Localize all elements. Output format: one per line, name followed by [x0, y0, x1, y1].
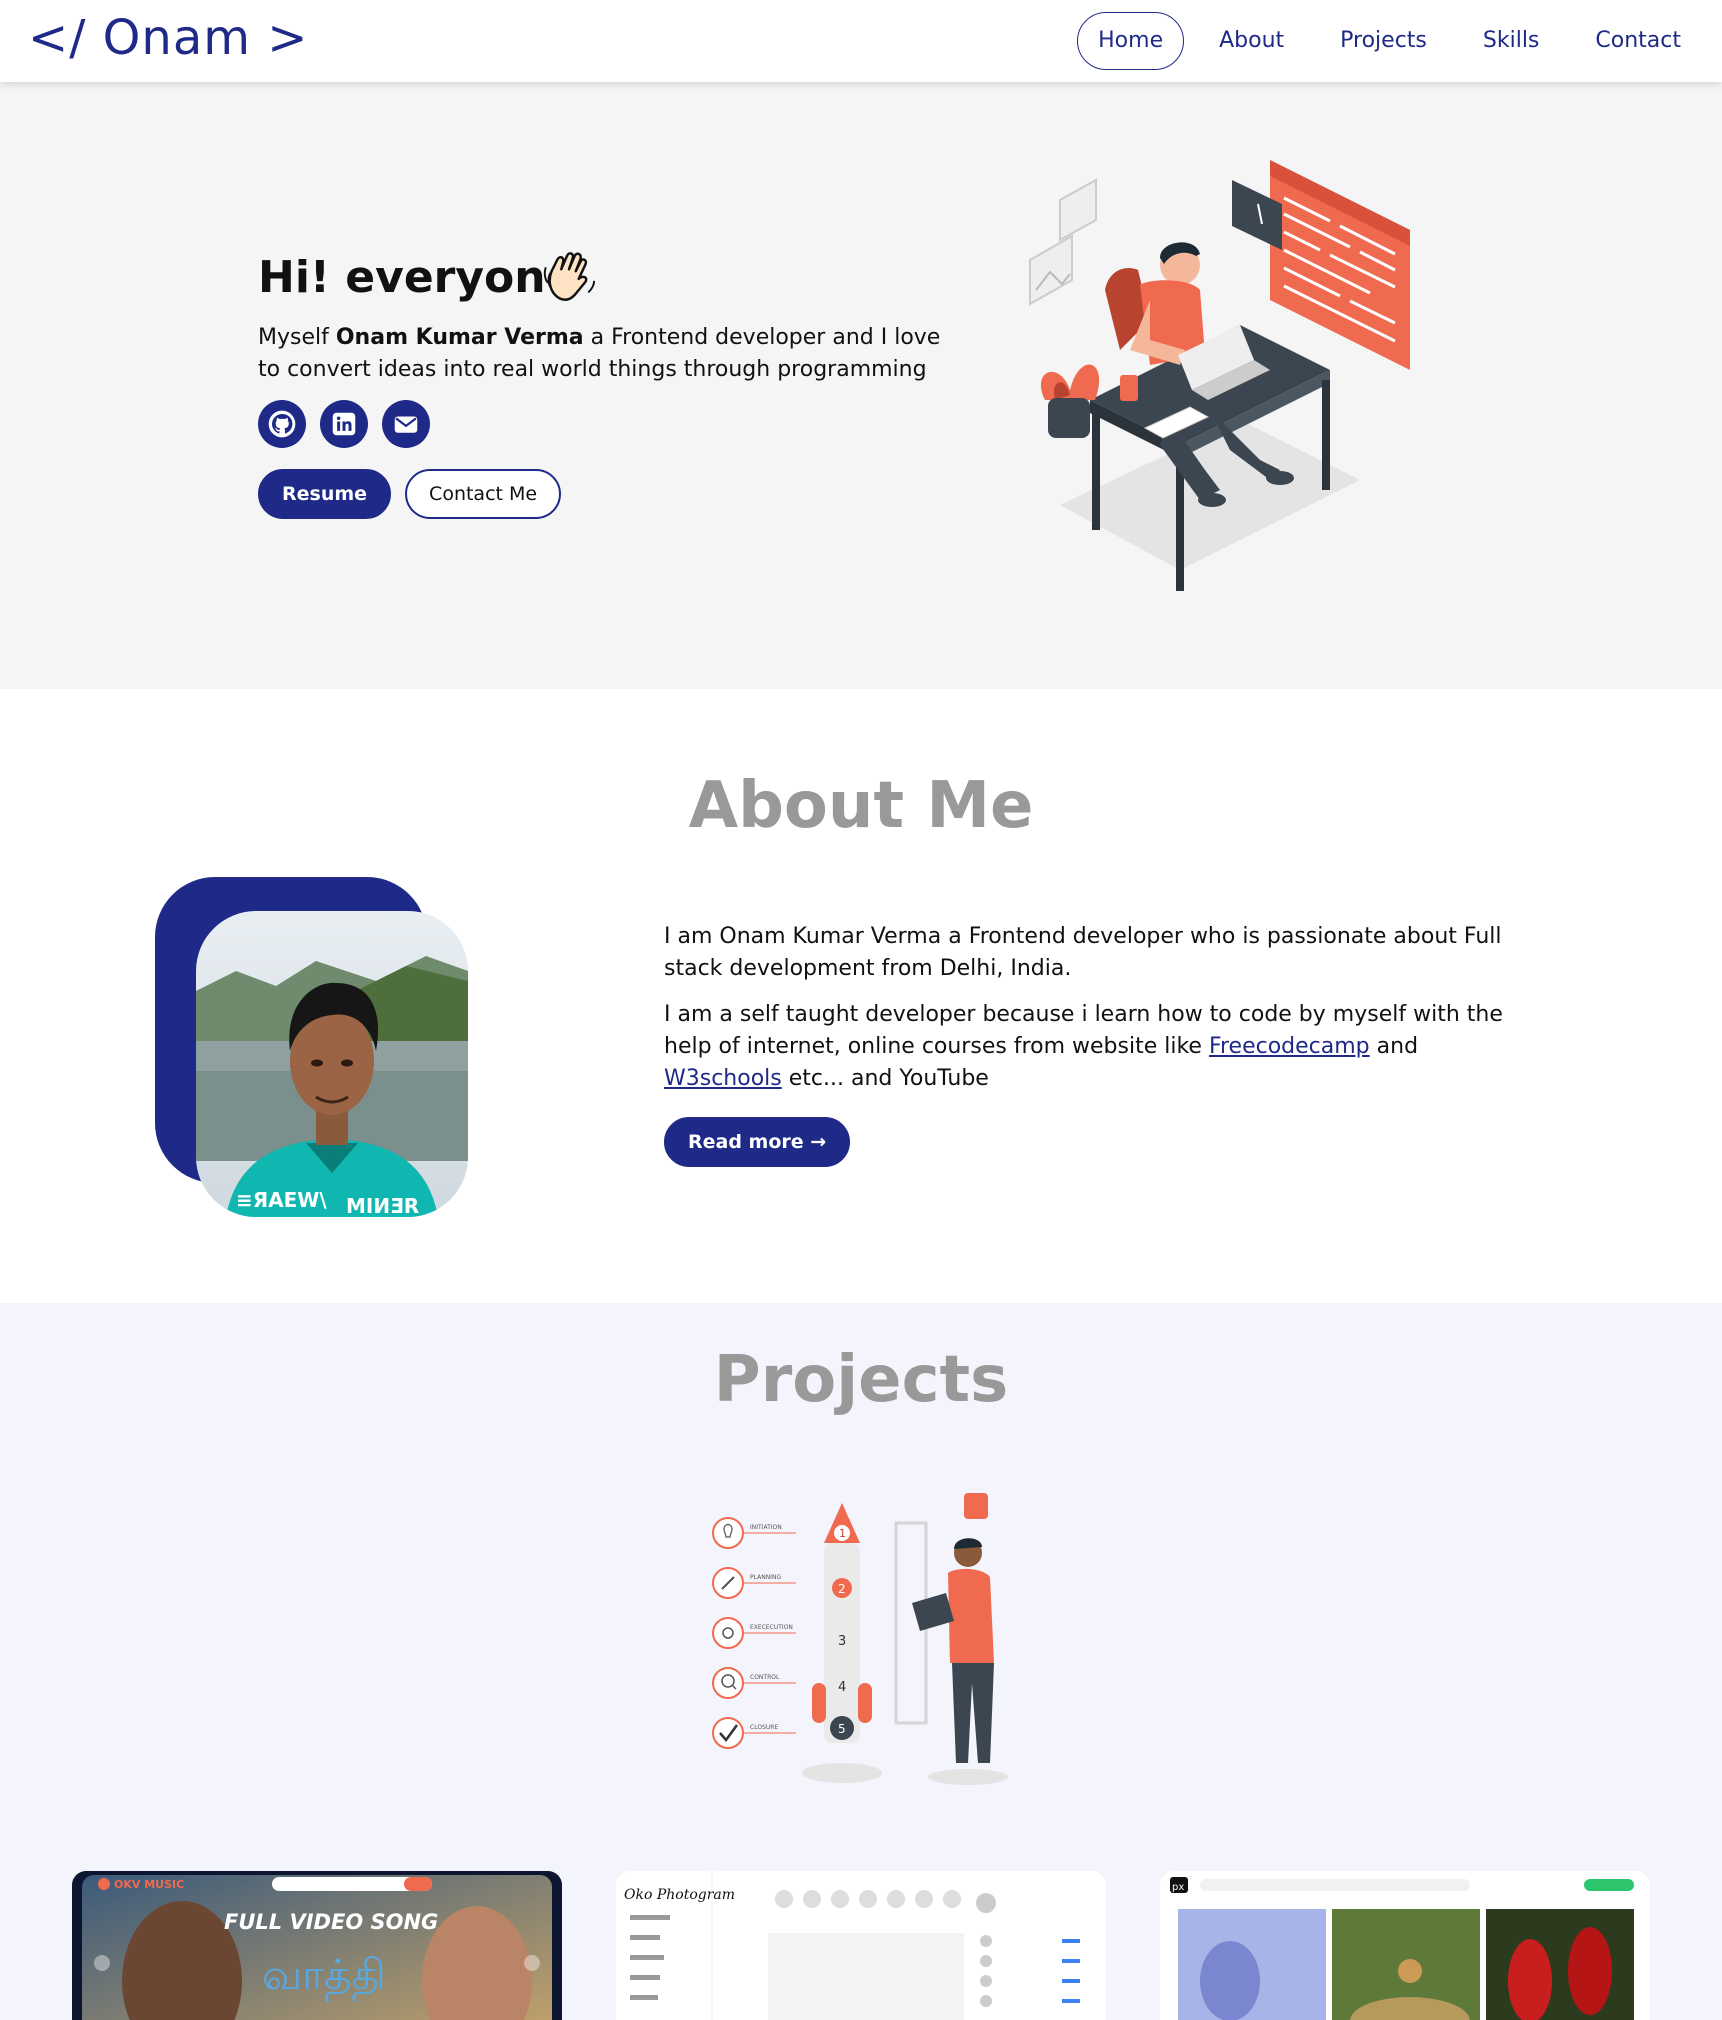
github-icon	[268, 410, 296, 438]
svg-text:வாத்தி: வாத்தி	[262, 1950, 386, 2003]
svg-text:MIИƎR: MIИƎR	[346, 1194, 419, 1217]
project-screenshot-pixabay: px	[1160, 1871, 1650, 2020]
hero-section: Hi! everyone Myself Onam Kumar Verma a F…	[0, 82, 1722, 689]
svg-text:5: 5	[838, 1722, 846, 1736]
w3schools-link[interactable]: W3schools	[664, 1066, 782, 1091]
freecodecamp-link[interactable]: Freecodecamp	[1209, 1034, 1370, 1059]
svg-text:CLOSURE: CLOSURE	[750, 1724, 778, 1731]
envelope-icon	[394, 416, 418, 433]
projects-title: Projects	[713, 1343, 1009, 1417]
svg-text:PLANNING: PLANNING	[750, 1574, 781, 1581]
roadmap-steps: INITIATION PLANNING EXECECUTION CONTROL …	[712, 1517, 796, 1749]
svg-text:2: 2	[838, 1582, 846, 1596]
svg-text:CONTROL: CONTROL	[750, 1674, 780, 1681]
svg-text:4: 4	[838, 1680, 846, 1695]
project-screenshot-photogram: Oko Photogram	[616, 1871, 1106, 2020]
svg-text:INITIATION: INITIATION	[750, 1524, 782, 1531]
linkedin-icon	[332, 412, 356, 436]
svg-text:3: 3	[838, 1634, 846, 1649]
project-card-pixabay[interactable]: px	[1160, 1871, 1650, 2020]
project-roadmap-illustration: INITIATION PLANNING EXECECUTION CONTROL …	[712, 1493, 1008, 1785]
github-link[interactable]	[258, 400, 306, 448]
nav-about[interactable]: About	[1198, 12, 1305, 70]
contact-me-button[interactable]: Contact Me	[405, 469, 562, 519]
waving-hand-icon	[543, 252, 596, 301]
projects-section: Projects INITIATION PLANNING EXECECUTION…	[0, 1303, 1722, 2020]
resume-button[interactable]: Resume	[258, 469, 392, 519]
svg-text:Oko Photogram: Oko Photogram	[624, 1887, 735, 1903]
image-frame-icon	[1029, 178, 1097, 306]
svg-text:px: px	[1172, 1882, 1184, 1893]
svg-text:≡ЯAEW\: ≡ЯAEW\	[236, 1188, 327, 1212]
nav-contact[interactable]: Contact	[1574, 12, 1702, 70]
hero-buttons: Resume Contact Me	[258, 469, 562, 519]
email-link[interactable]	[382, 400, 430, 448]
profile-photo-image: ≡ЯAEW\ MIИƎR	[196, 911, 468, 1217]
project-card-photogram[interactable]: Oko Photogram	[616, 1871, 1106, 2020]
navbar: </ Onam > Home About Projects Skills Con…	[0, 0, 1722, 82]
nav-home[interactable]: Home	[1077, 12, 1185, 70]
social-links	[258, 400, 430, 448]
svg-text:EXECECUTION: EXECECUTION	[750, 1624, 793, 1631]
nav-skills[interactable]: Skills	[1462, 12, 1561, 70]
nav-links: Home About Projects Skills Contact	[1077, 12, 1702, 70]
project-card-music[interactable]: OKV MUSIC FULL VIDEO SONG வாத்தி	[72, 1871, 562, 2020]
read-more-button[interactable]: Read more →	[664, 1117, 851, 1167]
svg-text:1: 1	[839, 1527, 846, 1540]
profile-photo: ≡ЯAEW\ MIИƎR	[196, 911, 468, 1217]
svg-text:OKV MUSIC: OKV MUSIC	[114, 1878, 184, 1891]
hero-title: Hi! everyone	[258, 252, 576, 303]
developer-illustration	[1029, 160, 1410, 591]
about-paragraph-2: I am a self taught developer because i l…	[664, 1002, 1503, 1091]
logo[interactable]: </ Onam >	[28, 10, 309, 66]
about-title: About Me	[688, 769, 1034, 843]
about-paragraph-1: I am Onam Kumar Verma a Frontend develop…	[664, 924, 1502, 981]
hero-description: Myself Onam Kumar Verma a Frontend devel…	[258, 325, 941, 382]
linkedin-link[interactable]	[320, 400, 368, 448]
about-section: About Me ≡ЯAEW\ MIИƎR I am Onam Kumar Ve…	[0, 689, 1722, 1303]
svg-text:FULL VIDEO SONG: FULL VIDEO SONG	[224, 1910, 438, 1934]
about-text: I am Onam Kumar Verma a Frontend develop…	[664, 921, 1524, 1109]
project-screenshot-music: OKV MUSIC FULL VIDEO SONG வாத்தி	[72, 1871, 562, 2020]
nav-projects[interactable]: Projects	[1319, 12, 1448, 70]
